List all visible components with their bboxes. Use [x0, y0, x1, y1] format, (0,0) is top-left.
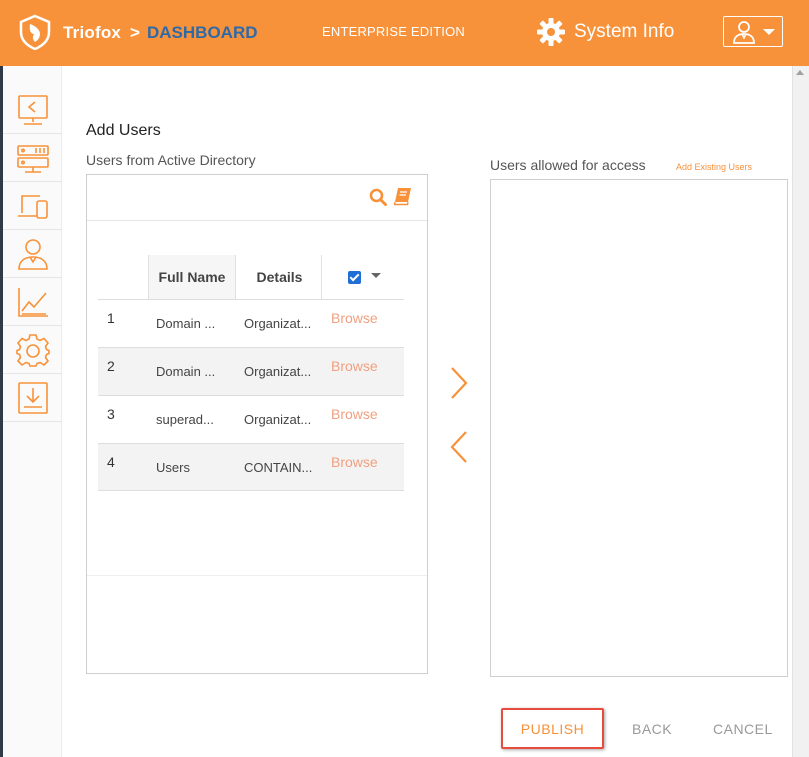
- select-all-checkbox[interactable]: [347, 270, 361, 284]
- sidebar-item-users[interactable]: [3, 231, 62, 278]
- row-full-name: Domain ...: [156, 364, 216, 379]
- chart-icon: [17, 288, 48, 317]
- brand-name[interactable]: Triofox: [63, 23, 121, 43]
- row-details: Organizat...: [244, 412, 312, 427]
- move-right-arrow-icon[interactable]: [448, 366, 470, 400]
- row-details: CONTAIN...: [244, 460, 313, 475]
- select-all-control: [324, 255, 404, 299]
- vertical-scrollbar[interactable]: [792, 66, 809, 757]
- browse-link[interactable]: Browse: [331, 358, 378, 374]
- chevron-down-icon[interactable]: [370, 273, 381, 278]
- download-icon: [17, 382, 48, 414]
- users-icon: [17, 239, 48, 270]
- share-folder-icon: [17, 95, 48, 125]
- row-full-name: superad...: [156, 412, 214, 427]
- row-details: Organizat...: [244, 316, 312, 331]
- table-row[interactable]: 2 Domain ... Organizat... Browse: [98, 347, 404, 395]
- table-row[interactable]: 3 superad... Organizat... Browse: [98, 395, 404, 443]
- book-icon[interactable]: [394, 187, 412, 206]
- user-icon: [733, 20, 755, 44]
- browse-link[interactable]: Browse: [331, 406, 378, 422]
- sidebar-item-devices[interactable]: [3, 183, 62, 230]
- breadcrumb-separator: >: [130, 23, 140, 42]
- sidebar-item-servers[interactable]: [3, 135, 62, 182]
- row-full-name: Users: [156, 460, 190, 475]
- edition-label: ENTERPRISE EDITION: [322, 24, 466, 39]
- row-full-name: Domain ...: [156, 316, 216, 331]
- top-header: Triofox > DASHBOARD ENTERPRISE EDITION S…: [0, 0, 809, 66]
- system-info-button[interactable]: System Info: [536, 16, 674, 48]
- devices-icon: [17, 195, 48, 219]
- system-info-label: System Info: [574, 21, 675, 42]
- triofox-logo-icon[interactable]: [18, 14, 52, 50]
- sidebar-item-share[interactable]: [3, 87, 62, 134]
- table-divider: [87, 575, 427, 576]
- active-directory-panel: Full Name Details 1 Domain ... Organizat…: [86, 174, 428, 674]
- user-menu-button[interactable]: [723, 16, 783, 47]
- settings-icon: [15, 334, 50, 367]
- cancel-button[interactable]: CANCEL: [713, 721, 773, 737]
- table-header: Full Name Details: [98, 255, 404, 299]
- active-directory-label: Users from Active Directory: [86, 152, 256, 168]
- row-number: 4: [107, 454, 115, 470]
- chevron-down-icon: [763, 28, 775, 35]
- search-icon[interactable]: [369, 188, 387, 206]
- sidebar: [3, 66, 62, 757]
- add-existing-users-link[interactable]: Add Existing Users: [676, 162, 752, 172]
- back-button[interactable]: BACK: [632, 721, 672, 737]
- row-number: 2: [107, 358, 115, 374]
- sidebar-item-reports[interactable]: [3, 279, 62, 326]
- scroll-up-arrow-icon[interactable]: [796, 70, 804, 75]
- sidebar-item-settings[interactable]: [3, 327, 62, 374]
- table-row[interactable]: 4 Users CONTAIN... Browse: [98, 443, 404, 491]
- row-number: 3: [107, 406, 115, 422]
- sidebar-item-downloads[interactable]: [3, 375, 62, 422]
- server-icon: [16, 145, 49, 173]
- publish-button[interactable]: PUBLISH: [501, 708, 604, 749]
- row-number: 1: [107, 310, 115, 326]
- column-header-details[interactable]: Details: [238, 255, 322, 299]
- table-row[interactable]: 1 Domain ... Organizat... Browse: [98, 299, 404, 347]
- row-details: Organizat...: [244, 364, 312, 379]
- browse-link[interactable]: Browse: [331, 454, 378, 470]
- allowed-users-label: Users allowed for access: [490, 157, 646, 173]
- page-title: Add Users: [86, 122, 161, 139]
- browse-link[interactable]: Browse: [331, 310, 378, 326]
- column-header-full-name[interactable]: Full Name: [148, 255, 236, 299]
- breadcrumb-dashboard[interactable]: DASHBOARD: [147, 23, 258, 43]
- move-left-arrow-icon[interactable]: [448, 430, 470, 464]
- allowed-users-panel: [490, 179, 788, 677]
- gear-icon: [537, 18, 565, 46]
- active-directory-toolbar: [87, 175, 427, 221]
